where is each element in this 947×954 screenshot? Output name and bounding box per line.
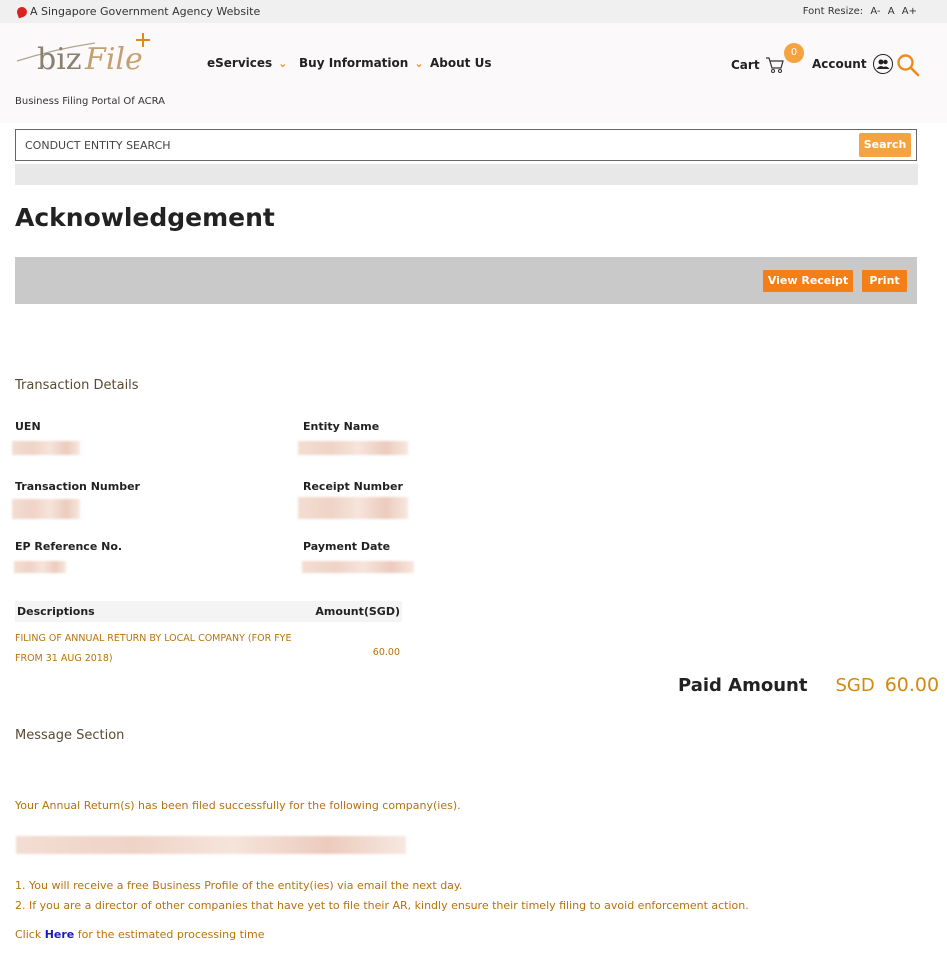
uen-value-redacted <box>12 441 80 455</box>
table-header: Descriptions Amount(SGD) <box>15 601 402 622</box>
paid-amount-value: 60.00 <box>884 674 940 696</box>
nav-eservices[interactable]: eServices ⌄ <box>207 56 287 70</box>
success-message: Your Annual Return(s) has been filed suc… <box>15 799 461 812</box>
action-bar: View Receipt Print <box>15 257 917 304</box>
font-size-increase[interactable]: A+ <box>902 6 917 17</box>
account-label: Account <box>812 57 867 71</box>
chevron-down-icon: ⌄ <box>278 56 288 70</box>
transaction-number-value-redacted <box>12 499 80 519</box>
gov-banner: A Singapore Government Agency Website Fo… <box>0 0 947 23</box>
chevron-down-icon: ⌄ <box>414 56 424 70</box>
cart-count-badge: 0 <box>784 43 804 63</box>
processing-time-line: Click Here for the estimated processing … <box>15 928 264 941</box>
nav-buy-information[interactable]: Buy Information ⌄ <box>299 56 424 70</box>
search-icon[interactable] <box>896 53 920 81</box>
nav-about-us-label: About Us <box>430 56 492 70</box>
font-resize: Font Resize: A- A A+ <box>799 6 917 17</box>
entity-search-input[interactable] <box>25 136 845 154</box>
cart-link[interactable]: Cart <box>731 56 785 74</box>
paid-currency: SGD <box>835 675 875 696</box>
svg-text:biz: biz <box>37 42 82 77</box>
fee-description: FILING OF ANNUAL RETURN BY LOCAL COMPANY… <box>15 633 292 664</box>
table-row: FILING OF ANNUAL RETURN BY LOCAL COMPANY… <box>15 629 402 669</box>
note-business-profile: 1. You will receive a free Business Prof… <box>15 879 463 892</box>
gov-banner-text: A Singapore Government Agency Website <box>15 5 261 18</box>
paid-amount-label: Paid Amount <box>678 675 808 696</box>
col-descriptions: Descriptions <box>17 605 95 618</box>
receipt-number-value-redacted <box>298 497 408 519</box>
page-title: Acknowledgement <box>15 203 275 232</box>
payment-date-label: Payment Date <box>303 540 391 553</box>
nav-about-us[interactable]: About Us <box>430 56 491 70</box>
ep-reference-label: EP Reference No. <box>15 540 123 553</box>
logo-tagline: Business Filing Portal Of ACRA <box>15 96 166 107</box>
font-resize-label: Font Resize: <box>802 6 864 17</box>
transaction-details-heading: Transaction Details <box>15 378 139 393</box>
view-receipt-button[interactable]: View Receipt <box>763 270 853 292</box>
transaction-number-label: Transaction Number <box>15 480 140 493</box>
bizfile-logo[interactable]: biz File Business Filing Portal Of ACRA <box>15 31 165 107</box>
payment-date-value-redacted <box>302 561 414 573</box>
font-size-decrease[interactable]: A- <box>870 6 880 17</box>
nav-buy-information-label: Buy Information <box>299 56 409 70</box>
account-link[interactable]: Account <box>812 54 893 74</box>
message-section-heading: Message Section <box>15 728 125 743</box>
svg-text:File: File <box>84 42 143 77</box>
lion-head-icon <box>15 5 29 18</box>
bizfile-logo-mark: biz File <box>16 33 150 77</box>
company-list-redacted <box>16 836 406 854</box>
note-director-filing: 2. If you are a director of other compan… <box>15 899 749 912</box>
entity-name-value-redacted <box>298 441 408 455</box>
search-button[interactable]: Search <box>859 133 911 157</box>
cart-icon <box>765 57 784 73</box>
receipt-number-label: Receipt Number <box>303 480 403 493</box>
click-prefix: Click <box>15 928 45 941</box>
entity-search-bar: Search <box>15 129 917 161</box>
nav-eservices-label: eServices <box>207 56 273 70</box>
entity-name-label: Entity Name <box>303 420 380 433</box>
font-size-default[interactable]: A <box>888 6 895 17</box>
account-icon <box>872 54 893 74</box>
paid-amount-summary: Paid Amount SGD 60.00 <box>678 674 939 696</box>
click-suffix: for the estimated processing time <box>74 928 265 941</box>
uen-label: UEN <box>15 420 41 433</box>
ep-reference-value-redacted <box>14 561 66 573</box>
fee-description-table: Descriptions Amount(SGD) FILING OF ANNUA… <box>15 601 402 669</box>
gov-banner-label: A Singapore Government Agency Website <box>30 5 261 18</box>
fee-amount: 60.00 <box>372 647 400 658</box>
col-amount: Amount(SGD) <box>315 605 400 618</box>
site-header: biz File Business Filing Portal Of ACRA … <box>0 23 947 123</box>
processing-time-link[interactable]: Here <box>45 928 75 941</box>
cart-label: Cart <box>731 58 760 72</box>
print-button[interactable]: Print <box>862 270 907 292</box>
header-divider <box>15 164 918 185</box>
